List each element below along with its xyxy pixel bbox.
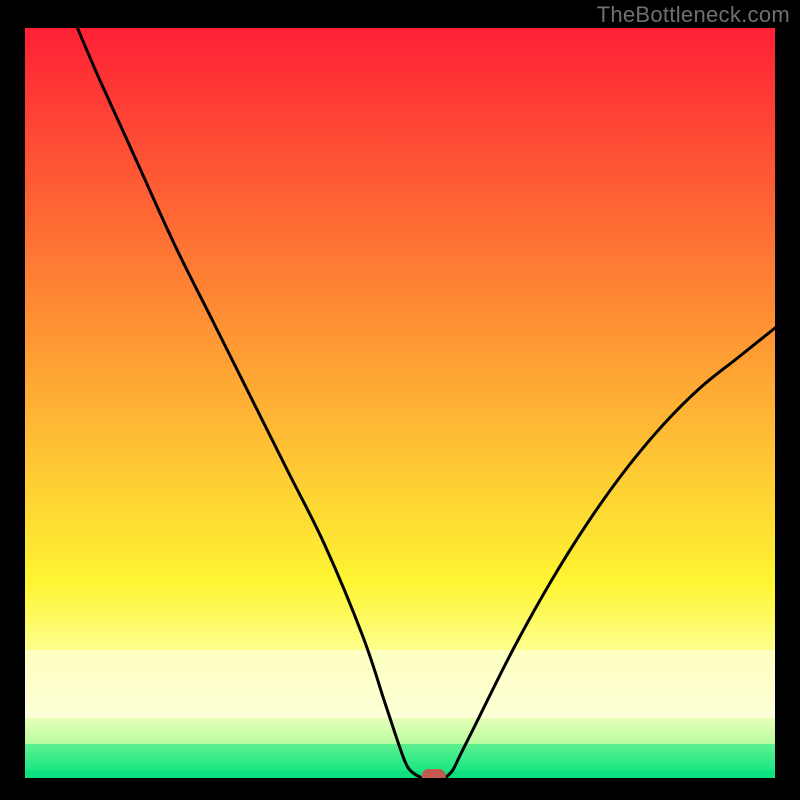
gradient-band-bottom bbox=[25, 771, 775, 778]
chart-frame: TheBottleneck.com bbox=[0, 0, 800, 800]
watermark-text: TheBottleneck.com bbox=[597, 2, 790, 28]
chart-svg bbox=[25, 28, 775, 778]
minimum-marker bbox=[422, 769, 446, 778]
plot-area bbox=[25, 28, 775, 778]
gradient-band-main bbox=[25, 28, 775, 583]
gradient-band-yellow bbox=[25, 583, 775, 650]
gradient-band-lime bbox=[25, 718, 775, 744]
gradient-band-pale bbox=[25, 650, 775, 718]
